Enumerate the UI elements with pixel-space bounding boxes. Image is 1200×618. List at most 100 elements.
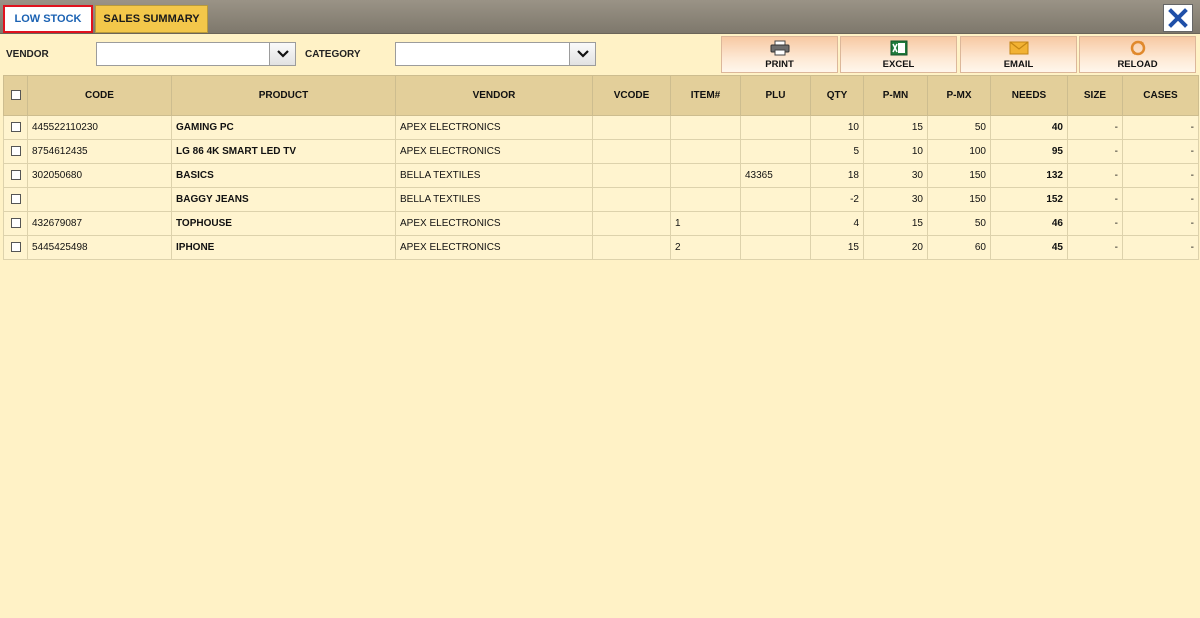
table-header-row: CODE PRODUCT VENDOR VCODE ITEM# PLU QTY … [3, 75, 1199, 116]
table-row[interactable]: 302050680 BASICS BELLA TEXTILES 43365 18… [3, 163, 1199, 188]
vendor-filter-label: VENDOR [6, 49, 49, 60]
column-header-item[interactable]: ITEM# [670, 75, 741, 116]
row-select-cell [3, 139, 28, 164]
cell-code: 302050680 [27, 163, 172, 188]
excel-button[interactable]: EXCEL [840, 36, 957, 73]
close-button[interactable] [1163, 4, 1193, 32]
table-row[interactable]: 8754612435 LG 86 4K SMART LED TV APEX EL… [3, 139, 1199, 164]
row-select-cell [3, 235, 28, 260]
row-checkbox[interactable] [10, 122, 21, 133]
cell-qty: 18 [810, 163, 864, 188]
cell-size: - [1067, 115, 1123, 140]
cell-product: LG 86 4K SMART LED TV [171, 139, 396, 164]
row-checkbox[interactable] [10, 194, 21, 205]
low-stock-table: CODE PRODUCT VENDOR VCODE ITEM# PLU QTY … [3, 75, 1199, 260]
cell-pmx: 150 [927, 163, 991, 188]
row-checkbox[interactable] [10, 170, 21, 181]
cell-code: 5445425498 [27, 235, 172, 260]
cell-pmn: 30 [863, 187, 928, 212]
cell-plu [740, 211, 811, 236]
cell-size: - [1067, 211, 1123, 236]
reload-button[interactable]: RELOAD [1079, 36, 1196, 73]
column-header-pmx[interactable]: P-MX [927, 75, 991, 116]
cell-product: BASICS [171, 163, 396, 188]
filter-toolbar: VENDOR CATEGORY PRINT EXCEL EMAIL RELOAD [0, 35, 1200, 75]
cell-qty: 5 [810, 139, 864, 164]
cell-code: 8754612435 [27, 139, 172, 164]
row-checkbox[interactable] [10, 218, 21, 229]
column-header-cases[interactable]: CASES [1122, 75, 1199, 116]
table-row[interactable]: 5445425498 IPHONE APEX ELECTRONICS 2 15 … [3, 235, 1199, 260]
cell-pmx: 50 [927, 211, 991, 236]
cell-plu [740, 235, 811, 260]
select-all-header [3, 75, 28, 116]
cell-pmx: 150 [927, 187, 991, 212]
column-header-qty[interactable]: QTY [810, 75, 864, 116]
print-label: PRINT [765, 58, 794, 70]
cell-size: - [1067, 139, 1123, 164]
cell-product: TOPHOUSE [171, 211, 396, 236]
tab-sales-summary[interactable]: SALES SUMMARY [95, 5, 208, 33]
cell-item [670, 187, 741, 212]
table-row[interactable]: 445522110230 GAMING PC APEX ELECTRONICS … [3, 115, 1199, 140]
row-select-cell [3, 187, 28, 212]
cell-item: 1 [670, 211, 741, 236]
reload-label: RELOAD [1117, 58, 1158, 70]
row-select-cell [3, 211, 28, 236]
cell-needs: 95 [990, 139, 1068, 164]
cell-vcode [592, 235, 671, 260]
tab-low-stock[interactable]: LOW STOCK [3, 5, 93, 33]
column-header-pmn[interactable]: P-MN [863, 75, 928, 116]
row-checkbox[interactable] [10, 146, 21, 157]
cell-needs: 152 [990, 187, 1068, 212]
email-label: EMAIL [1003, 58, 1034, 70]
cell-vendor: APEX ELECTRONICS [395, 115, 593, 140]
cell-vendor: APEX ELECTRONICS [395, 211, 593, 236]
table-row[interactable]: BAGGY JEANS BELLA TEXTILES -2 30 150 152… [3, 187, 1199, 212]
email-button[interactable]: EMAIL [960, 36, 1077, 73]
cell-cases: - [1122, 187, 1199, 212]
cell-vendor: BELLA TEXTILES [395, 187, 593, 212]
cell-cases: - [1122, 211, 1199, 236]
excel-icon [890, 40, 908, 56]
cell-size: - [1067, 163, 1123, 188]
cell-code [27, 187, 172, 212]
column-header-vcode[interactable]: VCODE [592, 75, 671, 116]
reload-icon [1129, 40, 1147, 56]
cell-cases: - [1122, 139, 1199, 164]
cell-needs: 45 [990, 235, 1068, 260]
cell-cases: - [1122, 235, 1199, 260]
close-x-icon [1168, 8, 1188, 28]
table-row[interactable]: 432679087 TOPHOUSE APEX ELECTRONICS 1 4 … [3, 211, 1199, 236]
cell-pmn: 15 [863, 115, 928, 140]
cell-vcode [592, 163, 671, 188]
cell-pmn: 20 [863, 235, 928, 260]
column-header-product[interactable]: PRODUCT [171, 75, 396, 116]
row-select-cell [3, 115, 28, 140]
cell-cases: - [1122, 163, 1199, 188]
cell-vendor: APEX ELECTRONICS [395, 139, 593, 164]
chevron-down-icon[interactable] [569, 43, 595, 65]
vendor-select[interactable] [96, 42, 296, 66]
cell-plu [740, 187, 811, 212]
cell-product: IPHONE [171, 235, 396, 260]
column-header-size[interactable]: SIZE [1067, 75, 1123, 116]
row-checkbox[interactable] [10, 242, 21, 253]
print-button[interactable]: PRINT [721, 36, 838, 73]
cell-needs: 46 [990, 211, 1068, 236]
column-header-code[interactable]: CODE [27, 75, 172, 116]
cell-needs: 132 [990, 163, 1068, 188]
cell-vcode [592, 211, 671, 236]
chevron-down-icon[interactable] [269, 43, 295, 65]
column-header-plu[interactable]: PLU [740, 75, 811, 116]
column-header-vendor[interactable]: VENDOR [395, 75, 593, 116]
cell-vcode [592, 187, 671, 212]
category-select[interactable] [395, 42, 596, 66]
cell-item [670, 139, 741, 164]
column-header-needs[interactable]: NEEDS [990, 75, 1068, 116]
select-all-checkbox[interactable] [10, 90, 21, 101]
cell-pmn: 10 [863, 139, 928, 164]
excel-label: EXCEL [882, 58, 915, 70]
cell-product: GAMING PC [171, 115, 396, 140]
cell-item: 2 [670, 235, 741, 260]
